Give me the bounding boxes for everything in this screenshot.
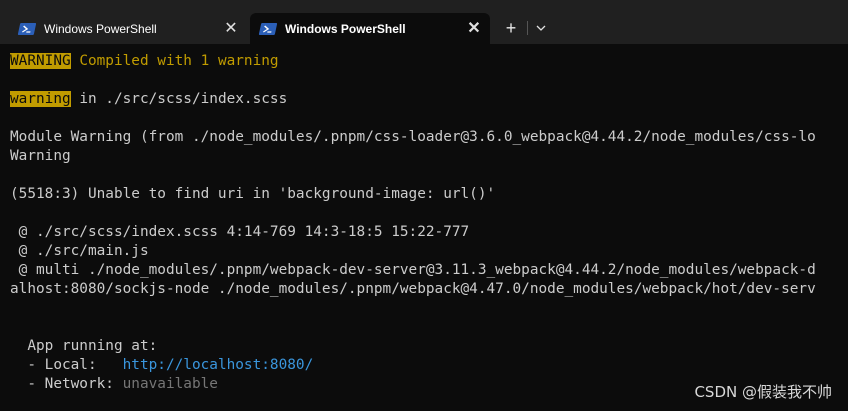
warning-file-text: in ./src/scss/index.scss — [70, 91, 288, 107]
tab-divider — [527, 21, 528, 35]
trace-line: alhost:8080/sockjs-node ./node_modules/.… — [10, 281, 816, 297]
warning-badge: WARNING — [10, 53, 71, 69]
chevron-down-icon[interactable] — [532, 18, 550, 38]
network-value: unavailable — [122, 376, 218, 392]
powershell-icon — [258, 22, 278, 35]
network-label: - Network: — [10, 376, 123, 392]
csdn-watermark: CSDN @假装我不帅 — [694, 383, 832, 401]
local-label: - Local: — [10, 357, 123, 373]
warning-badge: warning — [10, 91, 71, 107]
local-url-link[interactable]: http://localhost:8080/ — [123, 357, 314, 373]
network-line: - Network: unavailable — [10, 375, 218, 394]
uri-error-line: (5518:3) Unable to find uri in 'backgrou… — [10, 186, 496, 202]
compile-warning-text: Compiled with 1 warning — [70, 53, 279, 69]
trace-line: @ multi ./node_modules/.pnpm/webpack-dev… — [10, 262, 816, 278]
warning-file-line: warning in ./src/scss/index.scss — [10, 90, 287, 109]
close-tab-icon[interactable]: ✕ — [464, 19, 484, 39]
app-running-line: App running at: — [10, 338, 158, 354]
close-tab-icon[interactable]: ✕ — [221, 19, 241, 39]
new-tab-button[interactable]: + — [500, 17, 522, 39]
tab-windows-powershell-2[interactable]: Windows PowerShell ✕ — [250, 13, 490, 44]
warning-label-line: Warning — [10, 148, 71, 164]
tab-label: Windows PowerShell — [44, 21, 157, 36]
compile-warning-line: WARNING Compiled with 1 warning — [10, 52, 279, 71]
tab-strip: Windows PowerShell ✕ Windows PowerShell … — [0, 0, 848, 44]
tab-windows-powershell-1[interactable]: Windows PowerShell ✕ — [9, 13, 247, 44]
module-warning-line: Module Warning (from ./node_modules/.pnp… — [10, 129, 816, 145]
terminal-window: Windows PowerShell ✕ Windows PowerShell … — [0, 0, 848, 411]
local-url-line: - Local: http://localhost:8080/ — [10, 356, 313, 375]
powershell-icon — [17, 22, 37, 35]
trace-line: @ ./src/main.js — [10, 243, 149, 259]
tab-label: Windows PowerShell — [285, 21, 406, 36]
terminal-output[interactable]: WARNING Compiled with 1 warning warning … — [0, 44, 848, 411]
trace-line: @ ./src/scss/index.scss 4:14-769 14:3-18… — [10, 224, 470, 240]
